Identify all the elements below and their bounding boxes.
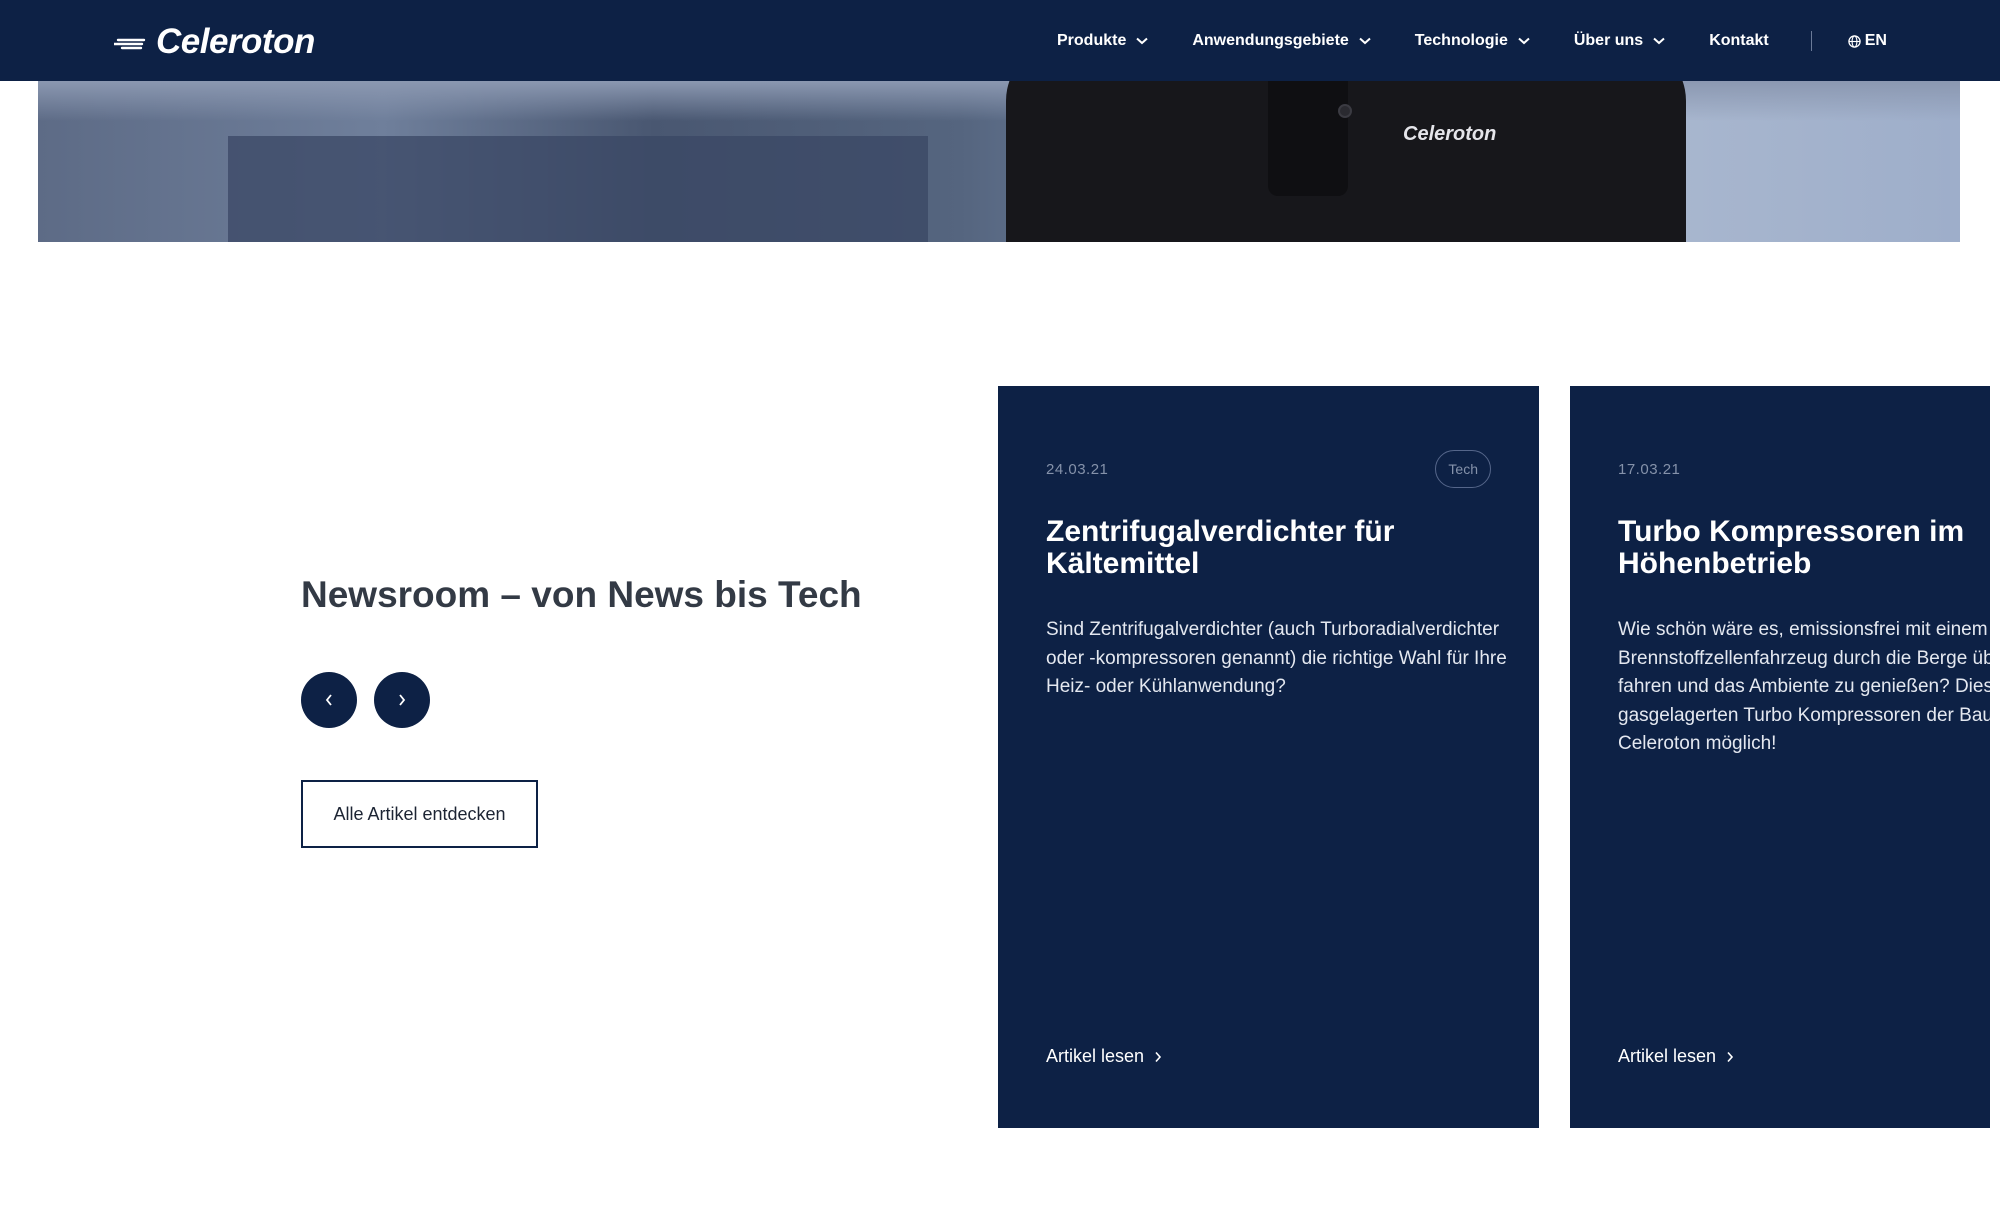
nav-item-label: Produkte [1057, 32, 1127, 49]
newsroom-title: Newsroom – von News bis Tech [301, 574, 862, 615]
nav-item-label: Kontakt [1709, 32, 1769, 49]
logo-text: Celeroton [156, 22, 315, 61]
card-title: Turbo Kompressoren im Höhenbetrieb [1618, 515, 1965, 580]
card-text: Wie schön wäre es, emissionsfrei mit ein… [1618, 619, 1990, 754]
globe-icon [1848, 34, 1861, 48]
card-text: Sind Zentrifugalverdichter (auch Turbora… [1046, 619, 1507, 697]
celeroton-logo[interactable]: Celeroton [114, 22, 315, 62]
card-date: 24.03.21 [1046, 461, 1109, 478]
read-article-link[interactable]: Artikel lesen [1046, 1046, 1162, 1067]
language-label: EN [1864, 32, 1887, 49]
nav-item-anwendungsgebiete[interactable]: Anwendungsgebiete [1192, 32, 1371, 50]
card-date: 17.03.21 [1618, 461, 1681, 478]
chevron-down-icon [1359, 37, 1371, 45]
chevron-left-icon [325, 694, 332, 706]
hero-image: Celeroton [38, 81, 1960, 242]
news-card[interactable]: 24.03.21 Tech Zentrifugalverdichter für … [998, 386, 1539, 1128]
hero-office-partition [228, 136, 928, 242]
nav-item-kontakt[interactable]: Kontakt [1709, 32, 1769, 50]
nav-divider [1810, 31, 1812, 51]
card-title: Zentrifugalverdichter für Kältemittel [1046, 515, 1395, 580]
carousel-prev-button[interactable] [301, 672, 357, 728]
language-switch[interactable]: EN [1848, 32, 1887, 50]
chevron-down-icon [1518, 37, 1530, 45]
hero-shirt-placket [1268, 81, 1348, 196]
chevron-down-icon [1136, 37, 1149, 45]
read-article-label: Artikel lesen [1618, 1046, 1717, 1066]
read-article-label: Artikel lesen [1046, 1046, 1145, 1066]
hero-shirt-logo: Celeroton [1403, 123, 1497, 145]
site-header: Celeroton Produkte Anwendungsgebiete Tec… [0, 0, 2000, 81]
nav-item-label: Anwendungsgebiete [1192, 32, 1349, 49]
chevron-right-icon [1155, 1051, 1162, 1062]
nav-item-produkte[interactable]: Produkte [1057, 32, 1149, 50]
chevron-right-icon [399, 694, 406, 706]
nav-item-label: Über uns [1573, 32, 1644, 49]
chevron-down-icon [1653, 37, 1665, 45]
nav-item-label: Technologie [1414, 32, 1508, 49]
chevron-right-icon [1727, 1051, 1734, 1062]
card-tag[interactable]: Tech [1435, 450, 1491, 488]
carousel-next-button[interactable] [374, 672, 430, 728]
read-article-link[interactable]: Artikel lesen [1618, 1046, 1734, 1067]
main-nav: Produkte Anwendungsgebiete Technologie Ü… [1057, 28, 1887, 54]
nav-item-technologie[interactable]: Technologie [1415, 32, 1530, 50]
news-card[interactable]: 17.03.21 Turbo Kompressoren im Höhenbetr… [1570, 386, 1990, 1128]
all-articles-button[interactable]: Alle Artikel entdecken [301, 780, 538, 848]
logo-speed-lines-icon [114, 38, 146, 50]
nav-item-ueber-uns[interactable]: Über uns [1574, 32, 1665, 50]
hero-shirt-button [1338, 104, 1352, 118]
